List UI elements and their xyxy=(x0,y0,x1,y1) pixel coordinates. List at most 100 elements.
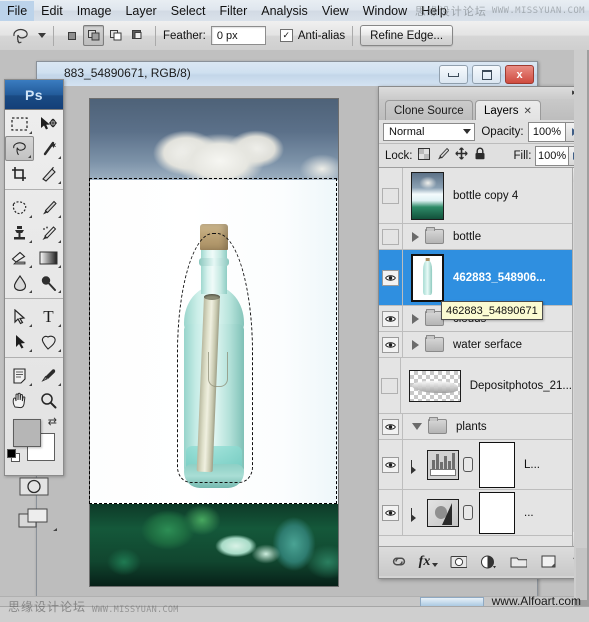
layer-list[interactable]: bottle copy 4 bottle 462883_548906... wa… xyxy=(379,168,572,546)
brush-tool-icon[interactable] xyxy=(34,195,63,220)
eye-icon-on[interactable] xyxy=(382,456,399,473)
eye-icon-off[interactable] xyxy=(382,187,399,204)
layer-mask-thumbnail[interactable] xyxy=(479,491,515,534)
screen-mode-button[interactable] xyxy=(5,501,63,535)
subtract-from-selection-button[interactable] xyxy=(105,25,126,46)
menu-analysis[interactable]: Analysis xyxy=(254,1,315,21)
quick-mask-mode-button[interactable] xyxy=(5,471,63,501)
new-selection-button[interactable] xyxy=(61,25,82,46)
default-colors-icon[interactable] xyxy=(7,449,20,462)
layer-visibility-cell[interactable] xyxy=(379,490,403,535)
slice-tool-icon[interactable] xyxy=(34,161,63,186)
link-mask-icon[interactable] xyxy=(463,505,473,520)
eraser-tool-icon[interactable] xyxy=(5,245,34,270)
refine-edge-button[interactable]: Refine Edge... xyxy=(360,25,454,46)
eye-icon-on[interactable] xyxy=(382,504,399,521)
adjustment-thumbnail[interactable] xyxy=(427,449,459,480)
menu-window[interactable]: Window xyxy=(356,1,414,21)
menu-edit[interactable]: Edit xyxy=(34,1,70,21)
hand-tool-icon[interactable] xyxy=(5,388,34,413)
chevron-right-icon[interactable] xyxy=(412,313,419,324)
maximize-button[interactable] xyxy=(472,65,501,84)
lasso-tool-icon[interactable] xyxy=(5,136,34,161)
type-tool-icon[interactable]: T xyxy=(34,304,63,329)
blend-mode-select[interactable]: Normal xyxy=(383,122,476,141)
lock-transparent-pixels-icon[interactable] xyxy=(417,147,430,165)
patch-tool-icon[interactable] xyxy=(5,195,34,220)
swap-colors-icon[interactable]: ⇄ xyxy=(48,415,57,428)
history-brush-tool-icon[interactable] xyxy=(34,220,63,245)
gradient-tool-icon[interactable] xyxy=(34,245,63,270)
link-layers-button[interactable] xyxy=(390,553,407,570)
custom-shape-tool-icon[interactable] xyxy=(34,329,63,354)
menu-file[interactable]: File xyxy=(0,0,35,21)
tool-preset-chevron-down-icon[interactable] xyxy=(38,33,46,38)
menu-select[interactable]: Select xyxy=(164,1,213,21)
add-to-selection-button[interactable] xyxy=(83,25,104,46)
lock-image-pixels-icon[interactable] xyxy=(436,147,449,165)
layer-row-bottle-group[interactable]: bottle xyxy=(379,224,572,250)
menu-layer[interactable]: Layer xyxy=(118,1,163,21)
layer-row-bottle-copy-4[interactable]: bottle copy 4 xyxy=(379,168,572,224)
menu-image[interactable]: Image xyxy=(70,1,119,21)
layer-row-plants-group[interactable]: plants xyxy=(379,414,572,440)
dodge-tool-icon[interactable] xyxy=(34,270,63,295)
eye-icon-off[interactable] xyxy=(381,377,399,394)
clone-stamp-tool-icon[interactable] xyxy=(5,220,34,245)
lasso-tool-icon[interactable] xyxy=(8,25,34,47)
lock-position-icon[interactable] xyxy=(454,146,468,165)
fill-input[interactable]: 100% xyxy=(535,145,569,166)
layer-visibility-cell[interactable] xyxy=(379,358,402,413)
add-layer-mask-button[interactable] xyxy=(450,553,467,570)
layer-visibility-cell[interactable] xyxy=(379,414,403,439)
opacity-input[interactable]: 100% xyxy=(527,121,567,142)
path-selection-tool-icon[interactable] xyxy=(5,329,34,354)
menu-view[interactable]: View xyxy=(315,1,356,21)
layer-thumbnail[interactable] xyxy=(409,369,461,402)
pen-tool-icon[interactable] xyxy=(5,304,34,329)
document-title-bar[interactable]: 883_54890671, RGB/8) x xyxy=(37,62,537,87)
eye-icon-on[interactable] xyxy=(382,269,399,286)
eye-icon-on[interactable] xyxy=(382,418,399,435)
layer-visibility-cell[interactable] xyxy=(379,440,403,489)
anti-alias-checkbox[interactable]: ✓ xyxy=(279,29,293,42)
eye-icon-on[interactable] xyxy=(382,336,399,353)
new-adjustment-layer-button[interactable] xyxy=(480,553,497,570)
move-tool-icon[interactable] xyxy=(34,111,63,136)
layer-mask-thumbnail[interactable] xyxy=(479,441,515,488)
eyedropper-tool-icon[interactable] xyxy=(34,363,63,388)
layer-row-water-serface-group[interactable]: water serface xyxy=(379,332,572,358)
chevron-down-icon[interactable] xyxy=(412,423,422,430)
layer-visibility-cell[interactable] xyxy=(379,224,403,249)
new-group-button[interactable] xyxy=(510,553,527,570)
rectangular-marquee-tool-icon[interactable] xyxy=(5,111,34,136)
layer-visibility-cell[interactable] xyxy=(379,250,403,305)
link-mask-icon[interactable] xyxy=(463,457,473,472)
tab-clone-source[interactable]: Clone Source xyxy=(385,100,473,121)
layer-visibility-cell[interactable] xyxy=(379,306,403,331)
magic-wand-tool-icon[interactable] xyxy=(34,136,63,161)
notes-tool-icon[interactable] xyxy=(5,363,34,388)
layer-thumbnail[interactable] xyxy=(411,171,444,220)
adjustment-thumbnail[interactable] xyxy=(427,498,459,527)
close-button[interactable]: x xyxy=(505,65,534,84)
layer-thumbnail[interactable] xyxy=(411,253,444,302)
tab-layers[interactable]: Layers ✕ xyxy=(475,100,541,121)
crop-tool-icon[interactable] xyxy=(5,161,34,186)
eye-icon-on[interactable] xyxy=(382,310,399,327)
menu-filter[interactable]: Filter xyxy=(212,1,254,21)
eye-icon-off[interactable] xyxy=(382,228,399,245)
zoom-tool-icon[interactable] xyxy=(34,388,63,413)
desktop-vertical-scrollbar[interactable] xyxy=(576,548,587,600)
foreground-color-swatch[interactable] xyxy=(13,419,41,447)
layer-row-curves-adjustment[interactable]: ... xyxy=(379,490,572,536)
panel-drag-grip[interactable]: ▸▸ xyxy=(379,87,588,99)
layer-row-levels-adjustment[interactable]: L... xyxy=(379,440,572,490)
lock-all-icon[interactable] xyxy=(474,147,486,165)
layer-row-462883[interactable]: 462883_548906... xyxy=(379,250,572,306)
minimize-button[interactable] xyxy=(439,65,468,84)
layer-visibility-cell[interactable] xyxy=(379,168,403,223)
layer-visibility-cell[interactable] xyxy=(379,332,403,357)
new-layer-button[interactable] xyxy=(540,553,557,570)
blur-tool-icon[interactable] xyxy=(5,270,34,295)
